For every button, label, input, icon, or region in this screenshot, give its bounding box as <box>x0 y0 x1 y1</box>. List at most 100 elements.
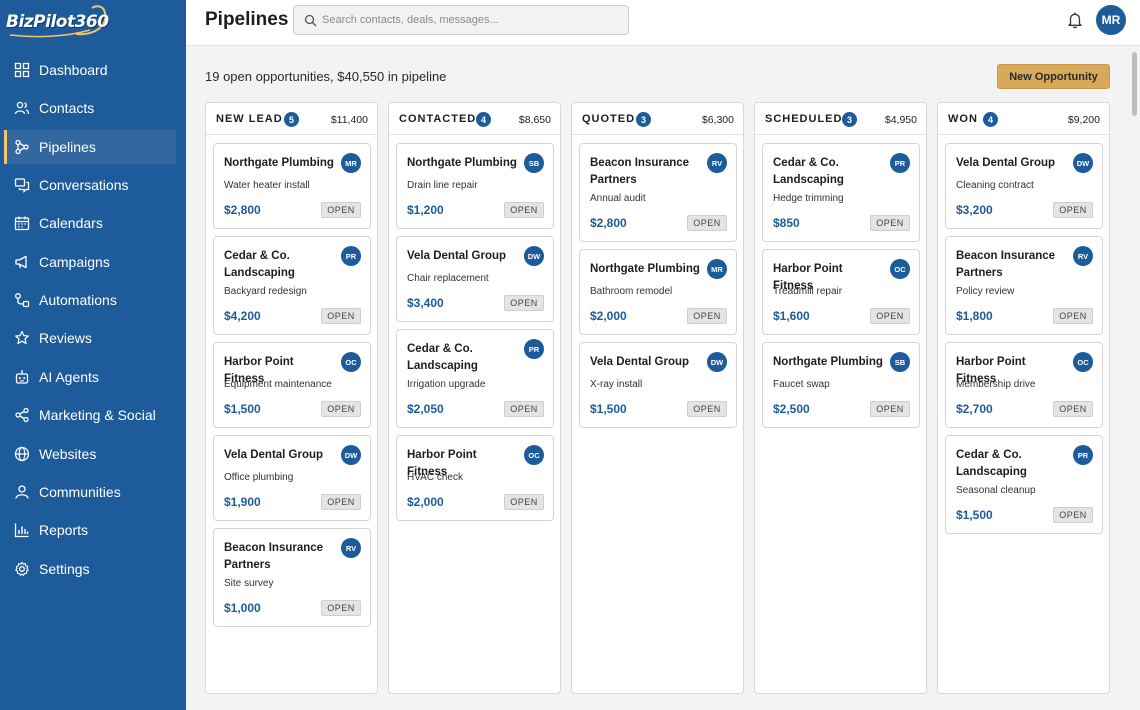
column-header: CONTACTED 4 $8,650 <box>389 103 560 135</box>
user-avatar[interactable]: MR <box>1096 5 1126 35</box>
card-amount: $1,000 <box>224 601 261 615</box>
card-amount: $4,200 <box>224 309 261 323</box>
opportunity-card[interactable]: Cedar & Co. Landscaping PR Seasonal clea… <box>945 435 1103 534</box>
column-header: SCHEDULED 3 $4,950 <box>755 103 926 135</box>
opportunity-card[interactable]: Harbor Point Fitness OC HVAC check $2,00… <box>396 435 554 521</box>
card-description: Seasonal cleanup <box>956 485 1036 496</box>
sidebar-item-pipelines[interactable]: Pipelines <box>4 130 176 164</box>
sidebar-item-reviews[interactable]: Reviews <box>4 321 176 355</box>
sidebar-item-label: AI Agents <box>39 369 99 385</box>
opportunity-card[interactable]: Northgate Plumbing SB Faucet swap $2,500… <box>762 342 920 428</box>
opportunity-card[interactable]: Beacon Insurance Partners RV Policy revi… <box>945 236 1103 335</box>
card-amount: $1,500 <box>956 508 993 522</box>
sidebar-item-campaigns[interactable]: Campaigns <box>4 245 176 279</box>
card-avatar: OC <box>524 445 544 465</box>
bar-chart-icon <box>14 522 30 538</box>
search-bar[interactable] <box>293 5 629 35</box>
search-icon <box>304 14 317 27</box>
column-count-badge: 4 <box>983 112 998 127</box>
card-avatar: DW <box>341 445 361 465</box>
card-status-badge: OPEN <box>504 401 544 417</box>
pipeline-column-scheduled: SCHEDULED 3 $4,950 Cedar & Co. Landscapi… <box>754 102 927 694</box>
sidebar-item-settings[interactable]: Settings <box>4 552 176 586</box>
card-status-badge: OPEN <box>687 215 727 231</box>
sidebar-item-automations[interactable]: Automations <box>4 283 176 317</box>
top-header: Pipelines MR <box>186 0 1140 46</box>
new-opportunity-button[interactable]: New Opportunity <box>997 64 1110 89</box>
card-avatar: PR <box>890 153 910 173</box>
card-description: Treadmill repair <box>773 286 843 297</box>
card-avatar: SB <box>524 153 544 173</box>
opportunity-card[interactable]: Beacon Insurance Partners RV Site survey… <box>213 528 371 627</box>
card-amount: $1,200 <box>407 203 444 217</box>
opportunity-card[interactable]: Vela Dental Group DW Office plumbing $1,… <box>213 435 371 521</box>
card-description: Drain line repair <box>407 180 478 191</box>
card-company: Vela Dental Group <box>590 356 690 368</box>
card-status-badge: OPEN <box>870 401 910 417</box>
automation-icon <box>14 292 30 308</box>
card-amount: $2,800 <box>224 203 261 217</box>
card-avatar: RV <box>341 538 361 558</box>
sidebar-item-label: Reports <box>39 522 89 538</box>
sidebar-item-dashboard[interactable]: Dashboard <box>4 53 176 87</box>
card-avatar: PR <box>1073 445 1093 465</box>
robot-icon <box>14 369 30 385</box>
sidebar-item-label: Conversations <box>39 177 129 193</box>
sidebar-item-ai-agents[interactable]: AI Agents <box>4 360 176 394</box>
opportunity-card[interactable]: Cedar & Co. Landscaping PR Backyard rede… <box>213 236 371 335</box>
opportunity-card[interactable]: Vela Dental Group DW Chair replacement $… <box>396 236 554 322</box>
star-icon <box>14 330 30 346</box>
card-status-badge: OPEN <box>687 401 727 417</box>
column-header: NEW LEAD 5 $11,400 <box>206 103 377 135</box>
users-icon <box>14 100 30 116</box>
brand-logo[interactable]: BizPilot360 <box>6 4 110 40</box>
sidebar-item-label: Websites <box>39 446 97 462</box>
scrollbar[interactable] <box>1132 52 1137 116</box>
column-title: NEW LEAD <box>216 113 283 125</box>
opportunity-card[interactable]: Northgate Plumbing MR Bathroom remodel $… <box>579 249 737 335</box>
opportunity-card[interactable]: Harbor Point Fitness OC Treadmill repair… <box>762 249 920 335</box>
card-amount: $2,500 <box>773 402 810 416</box>
sidebar-item-calendars[interactable]: Calendars <box>4 206 176 240</box>
sidebar-item-communities[interactable]: Communities <box>4 475 176 509</box>
sidebar-item-contacts[interactable]: Contacts <box>4 91 176 125</box>
card-description: Water heater install <box>224 180 310 191</box>
column-total: $6,300 <box>701 114 734 126</box>
opportunity-card[interactable]: Harbor Point Fitness OC Equipment mainte… <box>213 342 371 428</box>
card-amount: $1,600 <box>773 309 810 323</box>
card-description: Irrigation upgrade <box>407 379 486 390</box>
card-description: Policy review <box>956 286 1015 297</box>
card-status-badge: OPEN <box>504 202 544 218</box>
sidebar-item-websites[interactable]: Websites <box>4 437 176 471</box>
card-company: Beacon Insurance Partners <box>224 542 324 571</box>
share-icon <box>14 407 30 423</box>
opportunity-card[interactable]: Vela Dental Group DW X-ray install $1,50… <box>579 342 737 428</box>
opportunity-card[interactable]: Cedar & Co. Landscaping PR Irrigation up… <box>396 329 554 428</box>
opportunity-card[interactable]: Beacon Insurance Partners RV Annual audi… <box>579 143 737 242</box>
card-company: Northgate Plumbing <box>590 263 700 275</box>
notification-bell-icon[interactable] <box>1066 11 1084 29</box>
card-status-badge: OPEN <box>1053 401 1093 417</box>
card-description: Office plumbing <box>224 472 294 483</box>
column-header: QUOTED 3 $6,300 <box>572 103 743 135</box>
opportunity-card[interactable]: Northgate Plumbing SB Drain line repair … <box>396 143 554 229</box>
opportunity-card[interactable]: Vela Dental Group DW Cleaning contract $… <box>945 143 1103 229</box>
card-company: Northgate Plumbing <box>224 157 334 169</box>
column-title: SCHEDULED <box>765 113 843 125</box>
card-amount: $2,700 <box>956 402 993 416</box>
card-avatar: MR <box>341 153 361 173</box>
opportunity-card[interactable]: Harbor Point Fitness OC Membership drive… <box>945 342 1103 428</box>
card-description: HVAC check <box>407 472 463 483</box>
card-avatar: OC <box>341 352 361 372</box>
opportunity-card[interactable]: Cedar & Co. Landscaping PR Hedge trimmin… <box>762 143 920 242</box>
opportunity-card[interactable]: Northgate Plumbing MR Water heater insta… <box>213 143 371 229</box>
search-input[interactable] <box>322 11 618 29</box>
card-company: Vela Dental Group <box>224 449 324 461</box>
card-avatar: RV <box>1073 246 1093 266</box>
sidebar-item-conversations[interactable]: Conversations <box>4 168 176 202</box>
sidebar-item-reports[interactable]: Reports <box>4 513 176 547</box>
card-avatar: SB <box>890 352 910 372</box>
sidebar-item-marketing-social[interactable]: Marketing & Social <box>4 398 176 432</box>
sidebar-item-label: Dashboard <box>39 62 108 78</box>
column-count-badge: 4 <box>476 112 491 127</box>
